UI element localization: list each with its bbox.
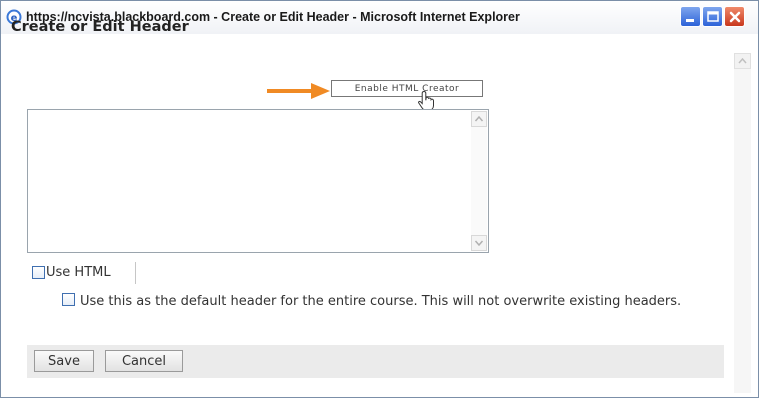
- maximize-button[interactable]: [702, 6, 723, 27]
- enable-html-creator-button[interactable]: Enable HTML Creator: [331, 80, 483, 97]
- header-editor: [27, 109, 489, 253]
- cancel-button[interactable]: Cancel: [105, 350, 183, 372]
- scroll-up-icon[interactable]: [471, 111, 487, 127]
- arrow-icon: [267, 83, 330, 99]
- close-icon: [729, 11, 741, 23]
- page-title: Create or Edit Header: [11, 19, 189, 35]
- minimize-icon: [686, 19, 694, 22]
- maximize-icon: [707, 11, 719, 22]
- use-html-label: Use HTML: [46, 265, 111, 280]
- close-button[interactable]: [724, 6, 745, 27]
- editor-scrollbar[interactable]: [471, 111, 487, 251]
- default-header-label: Use this as the default header for the e…: [80, 294, 682, 309]
- save-button[interactable]: Save: [34, 350, 94, 372]
- header-textarea[interactable]: [28, 110, 468, 252]
- use-html-checkbox[interactable]: [32, 266, 45, 279]
- browser-window: e https://ncvista.blackboard.com - Creat…: [0, 0, 759, 398]
- minimize-button[interactable]: [680, 6, 701, 27]
- page-scrollbar[interactable]: [734, 53, 751, 393]
- divider: [135, 262, 136, 284]
- scroll-down-icon[interactable]: [471, 235, 487, 251]
- scroll-up-icon[interactable]: [734, 53, 751, 69]
